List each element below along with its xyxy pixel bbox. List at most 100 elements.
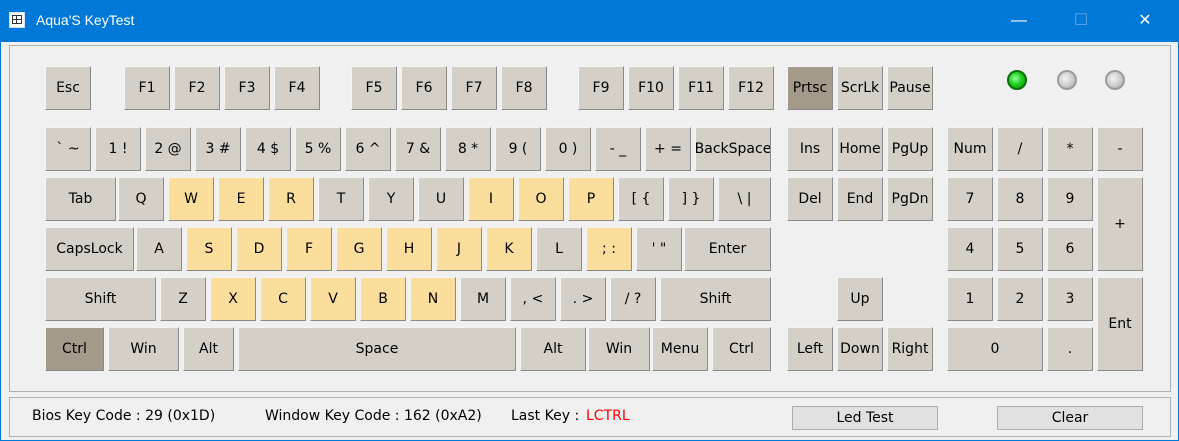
minimize-button[interactable]: —	[996, 0, 1042, 42]
key-f3[interactable]: F3	[224, 66, 270, 110]
key-bracketleft[interactable]: [ {	[618, 177, 664, 221]
key-digit7[interactable]: 7 &	[395, 127, 441, 171]
key-capslock[interactable]: CapsLock	[45, 227, 134, 271]
key-f8[interactable]: F8	[501, 66, 547, 110]
key-semicolon[interactable]: ; :	[586, 227, 632, 271]
key-digit8[interactable]: 8 *	[445, 127, 491, 171]
key-f2[interactable]: F2	[174, 66, 220, 110]
key-equal[interactable]: + =	[645, 127, 691, 171]
key-num-sub[interactable]: -	[1097, 127, 1143, 171]
key-num0[interactable]: 0	[947, 327, 1043, 371]
key-u[interactable]: U	[418, 177, 464, 221]
key-d[interactable]: D	[236, 227, 282, 271]
key-digit3[interactable]: 3 #	[195, 127, 241, 171]
key-esc[interactable]: Esc	[45, 66, 91, 110]
key-digit1[interactable]: 1 !	[95, 127, 141, 171]
key-f10[interactable]: F10	[628, 66, 674, 110]
key-backquote[interactable]: ` ~	[45, 127, 91, 171]
key-end[interactable]: End	[837, 177, 883, 221]
key-digit0[interactable]: 0 )	[545, 127, 591, 171]
key-alt-left[interactable]: Alt	[183, 327, 234, 371]
key-v[interactable]: V	[310, 277, 356, 321]
close-button[interactable]: ✕	[1122, 0, 1168, 42]
key-menu[interactable]: Menu	[652, 327, 708, 371]
key-num6[interactable]: 6	[1047, 227, 1093, 271]
key-num-add[interactable]: +	[1097, 177, 1143, 271]
key-num2[interactable]: 2	[997, 277, 1043, 321]
key-f1[interactable]: F1	[124, 66, 170, 110]
key-s[interactable]: S	[186, 227, 232, 271]
key-space[interactable]: Space	[238, 327, 516, 371]
key-backslash[interactable]: \ |	[718, 177, 771, 221]
key-del[interactable]: Del	[787, 177, 833, 221]
key-f7[interactable]: F7	[451, 66, 497, 110]
key-period[interactable]: . >	[560, 277, 606, 321]
key-f4[interactable]: F4	[274, 66, 320, 110]
key-win-left[interactable]: Win	[108, 327, 179, 371]
key-q[interactable]: Q	[118, 177, 164, 221]
key-f9[interactable]: F9	[578, 66, 624, 110]
key-bracketright[interactable]: ] }	[668, 177, 714, 221]
key-num-mul[interactable]: *	[1047, 127, 1093, 171]
led-test-button[interactable]: Led Test	[792, 406, 938, 430]
key-b[interactable]: B	[360, 277, 406, 321]
key-pgup[interactable]: PgUp	[887, 127, 933, 171]
key-r[interactable]: R	[268, 177, 314, 221]
key-ctrl-left[interactable]: Ctrl	[45, 327, 104, 371]
key-f11[interactable]: F11	[678, 66, 724, 110]
key-digit5[interactable]: 5 %	[295, 127, 341, 171]
key-z[interactable]: Z	[160, 277, 206, 321]
key-p[interactable]: P	[568, 177, 614, 221]
key-digit2[interactable]: 2 @	[145, 127, 191, 171]
key-digit6[interactable]: 6 ^	[345, 127, 391, 171]
key-shift-left[interactable]: Shift	[45, 277, 156, 321]
key-num4[interactable]: 4	[947, 227, 993, 271]
key-a[interactable]: A	[136, 227, 182, 271]
key-num8[interactable]: 8	[997, 177, 1043, 221]
key-w[interactable]: W	[168, 177, 214, 221]
key-home[interactable]: Home	[837, 127, 883, 171]
key-left[interactable]: Left	[787, 327, 833, 371]
key-num-enter[interactable]: Ent	[1097, 277, 1143, 371]
key-shift-right[interactable]: Shift	[660, 277, 771, 321]
key-x[interactable]: X	[210, 277, 256, 321]
key-num7[interactable]: 7	[947, 177, 993, 221]
key-num-dec[interactable]: .	[1047, 327, 1093, 371]
key-c[interactable]: C	[260, 277, 306, 321]
key-num5[interactable]: 5	[997, 227, 1043, 271]
key-quote[interactable]: ' "	[636, 227, 682, 271]
key-digit9[interactable]: 9 (	[495, 127, 541, 171]
key-num3[interactable]: 3	[1047, 277, 1093, 321]
key-ins[interactable]: Ins	[787, 127, 833, 171]
key-num9[interactable]: 9	[1047, 177, 1093, 221]
key-backspace[interactable]: BackSpace	[695, 127, 771, 171]
key-digit4[interactable]: 4 $	[245, 127, 291, 171]
key-alt-right[interactable]: Alt	[520, 327, 586, 371]
key-g[interactable]: G	[336, 227, 382, 271]
key-enter[interactable]: Enter	[684, 227, 771, 271]
key-num1[interactable]: 1	[947, 277, 993, 321]
key-slash[interactable]: / ?	[610, 277, 656, 321]
key-right[interactable]: Right	[887, 327, 933, 371]
key-f5[interactable]: F5	[351, 66, 397, 110]
key-f[interactable]: F	[286, 227, 332, 271]
key-win-right[interactable]: Win	[588, 327, 650, 371]
key-minus[interactable]: - _	[595, 127, 641, 171]
key-numlock[interactable]: Num	[947, 127, 993, 171]
key-o[interactable]: O	[518, 177, 564, 221]
key-k[interactable]: K	[486, 227, 532, 271]
key-n[interactable]: N	[410, 277, 456, 321]
key-tab[interactable]: Tab	[45, 177, 116, 221]
key-down[interactable]: Down	[837, 327, 883, 371]
key-f12[interactable]: F12	[728, 66, 774, 110]
key-h[interactable]: H	[386, 227, 432, 271]
key-l[interactable]: L	[536, 227, 582, 271]
key-comma[interactable]: , <	[510, 277, 556, 321]
clear-button[interactable]: Clear	[997, 406, 1143, 430]
key-e[interactable]: E	[218, 177, 264, 221]
key-f6[interactable]: F6	[401, 66, 447, 110]
key-pause[interactable]: Pause	[887, 66, 933, 110]
key-pgdn[interactable]: PgDn	[887, 177, 933, 221]
key-up[interactable]: Up	[837, 277, 883, 321]
key-j[interactable]: J	[436, 227, 482, 271]
